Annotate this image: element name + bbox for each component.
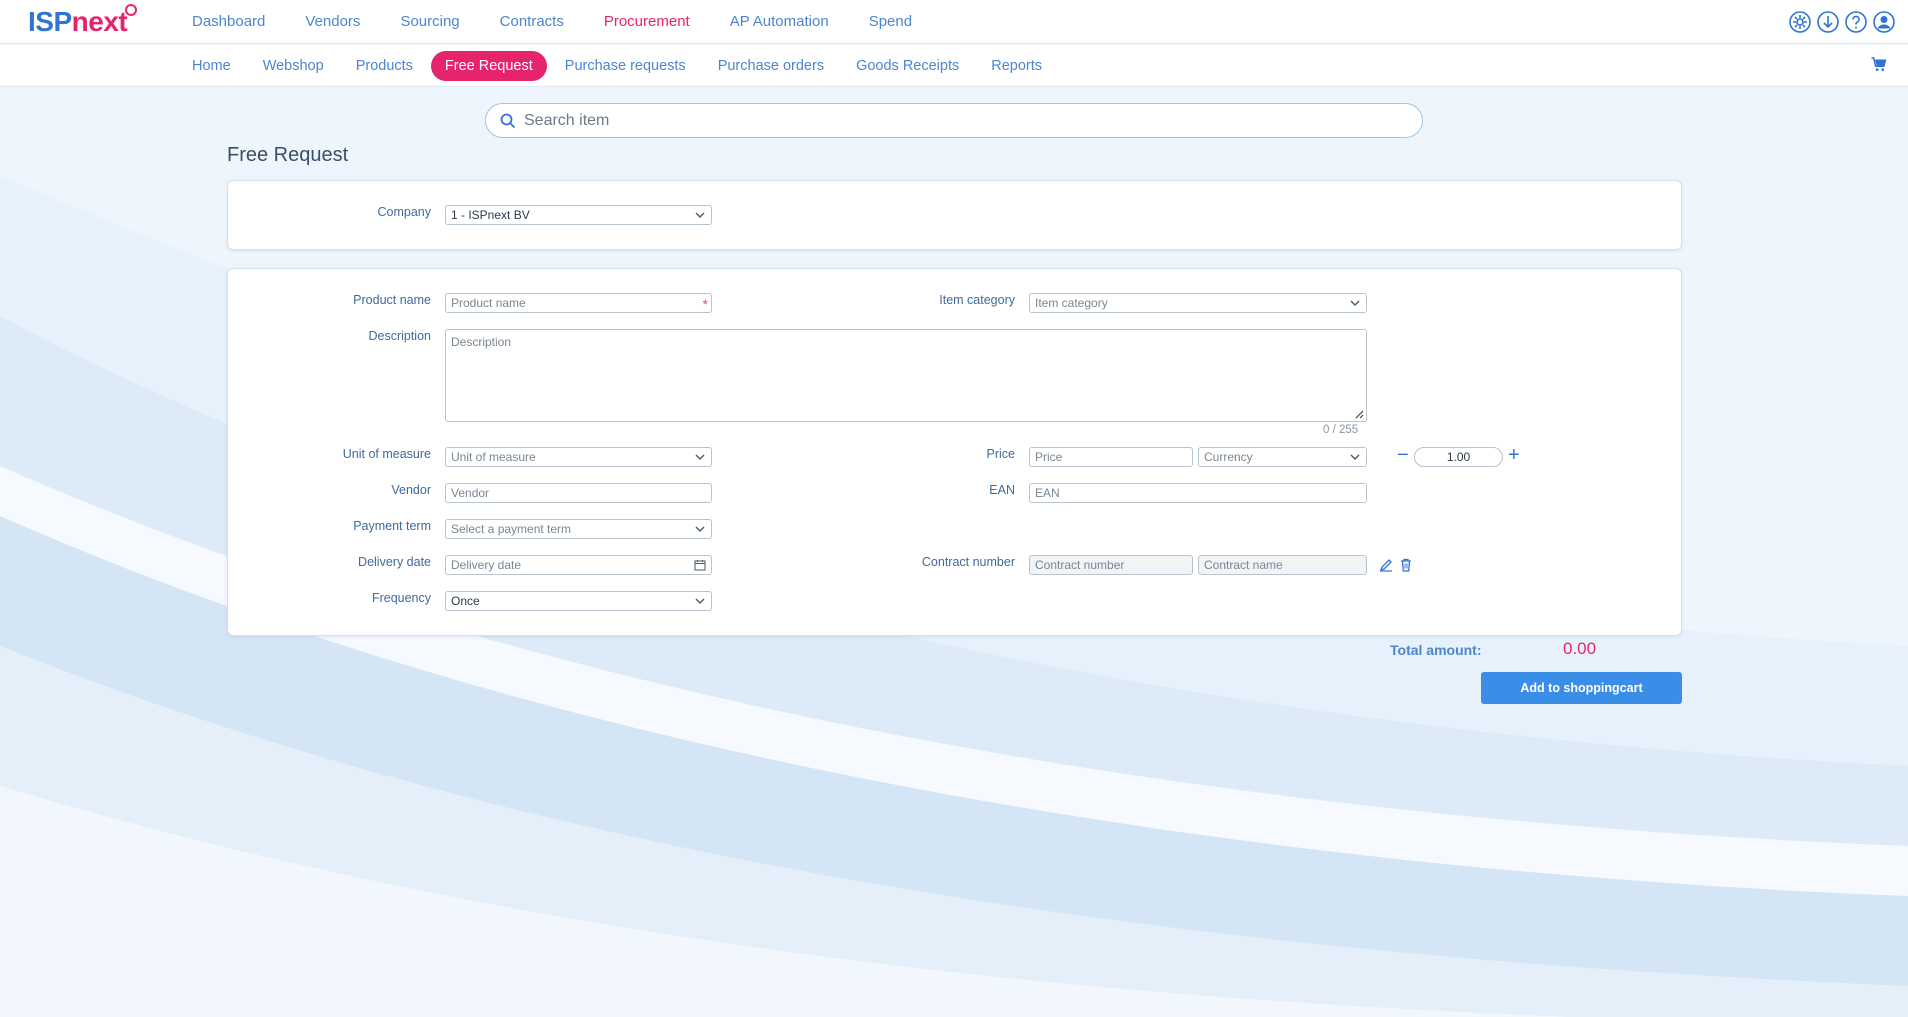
- contract-number-placeholder: Contract number: [1035, 558, 1125, 572]
- chevron-down-icon: [695, 526, 705, 532]
- company-select-value: 1 - ISPnext BV: [451, 208, 530, 222]
- required-marker: *: [702, 296, 708, 312]
- delivery-date-label: Delivery date: [358, 555, 431, 569]
- search-icon: [500, 113, 516, 128]
- frequency-value: Once: [451, 594, 480, 608]
- page-title: Free Request: [227, 144, 349, 166]
- shopping-cart-icon[interactable]: [1870, 55, 1888, 73]
- delete-icon[interactable]: [1399, 558, 1413, 572]
- price-field[interactable]: Price: [1029, 447, 1193, 467]
- help-icon[interactable]: [1844, 10, 1868, 34]
- main-nav: Dashboard Vendors Sourcing Contracts Pro…: [192, 0, 952, 44]
- contract-number-label: Contract number: [921, 555, 1015, 569]
- currency-select[interactable]: Currency: [1198, 447, 1367, 467]
- unit-of-measure-select[interactable]: Unit of measure: [445, 447, 712, 467]
- sub-nav: Home Webshop Products Free Request Purch…: [178, 51, 1060, 81]
- logo-text-next: next: [71, 6, 128, 37]
- frequency-select[interactable]: Once: [445, 591, 712, 611]
- sub-nav-goods-receipts[interactable]: Goods Receipts: [842, 51, 973, 81]
- total-amount-value: 0.00: [1563, 639, 1597, 658]
- vendor-label: Vendor: [391, 483, 431, 497]
- product-name-placeholder: Product name: [451, 296, 526, 310]
- sub-nav-webshop[interactable]: Webshop: [249, 51, 338, 81]
- add-to-shoppingcart-button[interactable]: Add to shoppingcart: [1481, 672, 1682, 704]
- vendor-placeholder: Vendor: [451, 486, 490, 500]
- description-textarea[interactable]: Description: [445, 329, 1367, 422]
- chevron-down-icon: [695, 212, 705, 218]
- free-request-form-card: Product name Product name * Item categor…: [227, 268, 1682, 636]
- chevron-down-icon: [695, 598, 705, 604]
- description-counter: 0 / 255: [1323, 424, 1359, 436]
- search-input[interactable]: [524, 111, 1422, 130]
- vendor-field[interactable]: Vendor: [445, 483, 712, 503]
- main-nav-vendors[interactable]: Vendors: [305, 0, 360, 44]
- logo-text-isp: ISP: [28, 6, 72, 37]
- delivery-date-field[interactable]: Delivery date: [445, 555, 712, 575]
- description-placeholder: Description: [451, 335, 512, 349]
- logo-ring-icon: [125, 4, 138, 16]
- chevron-down-icon: [1350, 300, 1360, 306]
- item-category-label: Item category: [939, 293, 1015, 307]
- ean-field[interactable]: EAN: [1029, 483, 1367, 503]
- sub-nav-reports[interactable]: Reports: [977, 51, 1056, 81]
- quantity-increase-button[interactable]: +: [1508, 445, 1520, 465]
- main-nav-procurement[interactable]: Procurement: [604, 0, 690, 44]
- sub-nav-home[interactable]: Home: [178, 51, 245, 81]
- sub-nav-free-request[interactable]: Free Request: [430, 51, 547, 81]
- currency-placeholder: Currency: [1204, 450, 1253, 464]
- product-name-label: Product name: [353, 293, 431, 307]
- chevron-down-icon: [1350, 454, 1360, 460]
- price-label: Price: [986, 447, 1015, 461]
- sub-nav-purchase-requests[interactable]: Purchase requests: [551, 51, 700, 81]
- quantity-decrease-button[interactable]: −: [1397, 445, 1409, 465]
- top-navigation-bar: ISPnext Dashboard Vendors Sourcing Contr…: [0, 0, 1908, 44]
- top-icon-group: [1788, 10, 1896, 34]
- resize-handle-icon[interactable]: [1354, 409, 1364, 419]
- ispnext-logo[interactable]: ISPnext: [28, 4, 138, 38]
- price-placeholder: Price: [1035, 450, 1063, 464]
- payment-term-label: Payment term: [353, 519, 431, 533]
- sub-nav-products[interactable]: Products: [342, 51, 427, 81]
- quantity-stepper[interactable]: 1.00: [1414, 447, 1503, 467]
- product-name-field[interactable]: Product name *: [445, 293, 712, 313]
- contract-number-field[interactable]: Contract number: [1029, 555, 1193, 575]
- unit-of-measure-label: Unit of measure: [342, 447, 431, 461]
- company-select[interactable]: 1 - ISPnext BV: [445, 205, 712, 225]
- main-nav-spend[interactable]: Spend: [869, 0, 912, 44]
- settings-icon[interactable]: [1788, 10, 1812, 34]
- payment-term-select[interactable]: Select a payment term: [445, 519, 712, 539]
- frequency-label: Frequency: [371, 591, 431, 605]
- unit-of-measure-placeholder: Unit of measure: [451, 450, 536, 464]
- payment-term-placeholder: Select a payment term: [451, 522, 572, 536]
- item-category-select[interactable]: Item category: [1029, 293, 1367, 313]
- ean-label: EAN: [989, 483, 1015, 497]
- main-nav-dashboard[interactable]: Dashboard: [192, 0, 265, 44]
- edit-icon[interactable]: [1379, 558, 1393, 572]
- contract-name-field[interactable]: Contract name: [1198, 555, 1367, 575]
- sub-navigation-bar: Home Webshop Products Free Request Purch…: [0, 45, 1908, 87]
- calendar-icon[interactable]: [694, 559, 706, 571]
- download-icon[interactable]: [1816, 10, 1840, 34]
- main-nav-contracts[interactable]: Contracts: [500, 0, 564, 44]
- item-category-placeholder: Item category: [1035, 296, 1108, 310]
- contract-name-placeholder: Contract name: [1204, 558, 1283, 572]
- total-amount-label: Total amount:: [1390, 642, 1482, 658]
- ean-placeholder: EAN: [1035, 486, 1060, 500]
- description-label: Description: [368, 329, 431, 343]
- user-icon[interactable]: [1872, 10, 1896, 34]
- company-label: Company: [377, 205, 432, 219]
- delivery-date-placeholder: Delivery date: [451, 558, 522, 572]
- company-card: Company 1 - ISPnext BV: [227, 180, 1682, 250]
- search-bar: [485, 103, 1423, 138]
- chevron-down-icon: [695, 454, 705, 460]
- main-nav-sourcing[interactable]: Sourcing: [400, 0, 459, 44]
- sub-nav-purchase-orders[interactable]: Purchase orders: [704, 51, 838, 81]
- main-nav-ap-automation[interactable]: AP Automation: [730, 0, 829, 44]
